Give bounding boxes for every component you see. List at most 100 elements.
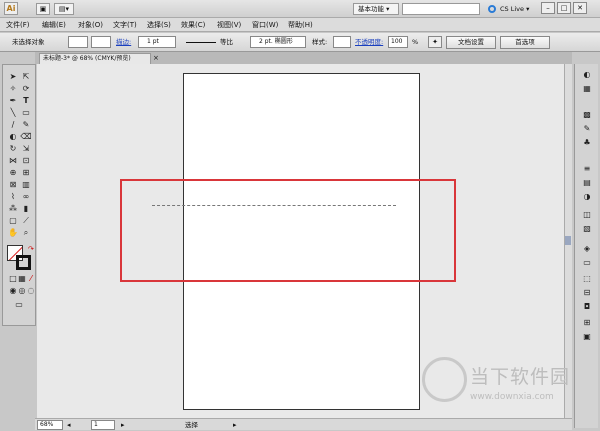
minimize-button[interactable]: –: [541, 2, 555, 14]
width-tool-icon[interactable]: ⋈: [7, 155, 19, 166]
watermark-url: www.downxia.com: [470, 392, 554, 402]
transparency-panel-icon[interactable]: ◑: [581, 192, 593, 202]
mesh-tool-icon[interactable]: ⊠: [7, 179, 19, 190]
layers-panel-icon[interactable]: ◈: [581, 244, 593, 254]
paintbrush-tool-icon[interactable]: ∕: [7, 119, 19, 130]
menu-type[interactable]: 文字(T): [113, 19, 137, 31]
first-artboard-icon[interactable]: ◂: [67, 420, 71, 430]
opacity-link[interactable]: 不透明度:: [355, 37, 383, 47]
stroke-profile[interactable]: 等比: [220, 37, 233, 47]
gradient-tool-icon[interactable]: ▥: [20, 179, 32, 190]
pencil-tool-icon[interactable]: ✎: [20, 119, 32, 130]
panel-dock: ◐ ▦ ▩ ✎ ♣ ≡ ▤ ◑ ◫ ▧ ◈ ▭ ⬚ ⊟ ◘ ⊞ ▣: [574, 64, 598, 428]
style-label: 样式:: [312, 38, 328, 46]
navigator-panel-icon[interactable]: ▣: [581, 332, 593, 342]
close-button[interactable]: ✕: [573, 2, 587, 14]
perspective-grid-tool-icon[interactable]: ⊞: [20, 167, 32, 178]
artboards-panel-icon[interactable]: ▭: [581, 258, 593, 268]
stroke-weight-field[interactable]: 1 pt: [138, 36, 176, 48]
swap-colors-icon[interactable]: ↷: [28, 245, 34, 253]
bridge-icon[interactable]: ▣: [36, 3, 50, 15]
symbols-panel-icon[interactable]: ♣: [581, 138, 593, 148]
gradient-panel-icon[interactable]: ▤: [581, 178, 593, 188]
help-search-input[interactable]: [402, 3, 480, 15]
menu-bar: 文件(F) 编辑(E) 对象(O) 文字(T) 选择(S) 效果(C) 视图(V…: [0, 18, 600, 32]
highlight-annotation-box: [120, 179, 456, 282]
cs-live-button[interactable]: CS Live ▾: [500, 3, 529, 15]
direct-selection-tool-icon[interactable]: ⇱: [20, 71, 32, 82]
maximize-button[interactable]: □: [557, 2, 571, 14]
workspace-switcher[interactable]: 基本功能 ▾: [353, 3, 399, 15]
fill-swatch[interactable]: [68, 36, 88, 48]
menu-help[interactable]: 帮助(H): [288, 19, 313, 31]
document-setup-button[interactable]: 文档设置: [446, 36, 496, 49]
screen-mode-icon[interactable]: ▭: [13, 299, 25, 310]
blend-tool-icon[interactable]: ∞: [20, 191, 32, 202]
swatches-panel-icon[interactable]: ▩: [581, 110, 593, 120]
color-guide-icon[interactable]: ▦: [581, 84, 593, 94]
artboard-number-field[interactable]: 1: [91, 420, 115, 430]
magic-wand-tool-icon[interactable]: ✧: [7, 83, 19, 94]
artboard-tool-icon[interactable]: ▢: [7, 215, 19, 226]
menu-select[interactable]: 选择(S): [147, 19, 171, 31]
menu-edit[interactable]: 编辑(E): [42, 19, 66, 31]
selection-tool-icon[interactable]: ➤: [7, 71, 19, 82]
control-bar: 未选择对象 描边: 1 pt 等比 2 pt. 椭圆形 样式: 不透明度: 10…: [0, 33, 600, 52]
brushes-panel-icon[interactable]: ✎: [581, 124, 593, 134]
zoom-field[interactable]: 68%: [37, 420, 63, 430]
line-tool-icon[interactable]: ╲: [7, 107, 19, 118]
stroke-color-box[interactable]: [16, 255, 31, 270]
hand-tool-icon[interactable]: ✋: [7, 227, 19, 238]
preferences-button[interactable]: 首选项: [500, 36, 550, 49]
symbol-sprayer-tool-icon[interactable]: ⁂: [7, 203, 19, 214]
eyedropper-tool-icon[interactable]: ⌇: [7, 191, 19, 202]
menu-view[interactable]: 视图(V): [217, 19, 241, 31]
watermark-logo-icon: [422, 357, 467, 402]
document-tab[interactable]: 未标题-3* @ 68% (CMYK/预览): [39, 53, 151, 64]
style-swatch[interactable]: [333, 36, 351, 48]
menu-file[interactable]: 文件(F): [6, 19, 30, 31]
links-panel-icon[interactable]: ⊞: [581, 318, 593, 328]
lasso-tool-icon[interactable]: ⟳: [20, 83, 32, 94]
status-mode[interactable]: 选择: [185, 420, 198, 430]
align-panel-icon[interactable]: ⊟: [581, 288, 593, 298]
recolor-icon[interactable]: ✦: [428, 36, 442, 48]
scale-tool-icon[interactable]: ⇲: [20, 143, 32, 154]
next-artboard-icon[interactable]: ▸: [121, 420, 125, 430]
slice-tool-icon[interactable]: ⟋: [20, 215, 32, 226]
transform-panel-icon[interactable]: ⬚: [581, 274, 593, 284]
watermark-text: 当下软件园: [470, 366, 571, 388]
rectangle-tool-icon[interactable]: ▭: [20, 107, 32, 118]
pen-tool-icon[interactable]: ✒: [7, 95, 19, 106]
none-mode-icon[interactable]: ⁄: [25, 273, 37, 284]
stroke-line-preview: [186, 42, 216, 43]
zoom-tool-icon[interactable]: ⌕: [20, 227, 32, 238]
eraser-tool-icon[interactable]: ⌫: [20, 131, 32, 142]
close-tab-icon[interactable]: ×: [153, 54, 161, 62]
shape-builder-tool-icon[interactable]: ⊕: [7, 167, 19, 178]
graph-tool-icon[interactable]: ▮: [20, 203, 32, 214]
app-logo: Ai: [4, 2, 18, 15]
draw-inside-icon[interactable]: ◌: [25, 285, 37, 296]
graphic-styles-panel-icon[interactable]: ▧: [581, 224, 593, 234]
blob-brush-tool-icon[interactable]: ◐: [7, 131, 19, 142]
type-tool-icon[interactable]: T: [20, 95, 32, 106]
color-panel-icon[interactable]: ◐: [581, 70, 593, 80]
stroke-panel-icon[interactable]: ≡: [581, 164, 593, 174]
menu-effect[interactable]: 效果(C): [181, 19, 205, 31]
rotate-tool-icon[interactable]: ↻: [7, 143, 19, 154]
brush-dropdown[interactable]: 2 pt. 椭圆形: [250, 36, 306, 48]
menu-window[interactable]: 窗口(W): [252, 19, 278, 31]
free-transform-tool-icon[interactable]: ⊡: [20, 155, 32, 166]
status-menu-icon[interactable]: ▸: [233, 420, 237, 430]
stroke-link[interactable]: 描边:: [116, 37, 131, 47]
menu-object[interactable]: 对象(O): [78, 19, 103, 31]
appearance-panel-icon[interactable]: ◫: [581, 210, 593, 220]
opacity-field[interactable]: 100: [388, 36, 408, 48]
vertical-scroll-thumb[interactable]: [565, 236, 571, 245]
title-bar: Ai ▣ ▤▾ 基本功能 ▾ CS Live ▾ – □ ✕: [0, 0, 600, 18]
stroke-swatch[interactable]: [91, 36, 111, 48]
arrange-documents-button[interactable]: ▤▾: [54, 3, 74, 15]
selection-status: 未选择对象: [12, 38, 45, 46]
pathfinder-panel-icon[interactable]: ◘: [581, 302, 593, 312]
